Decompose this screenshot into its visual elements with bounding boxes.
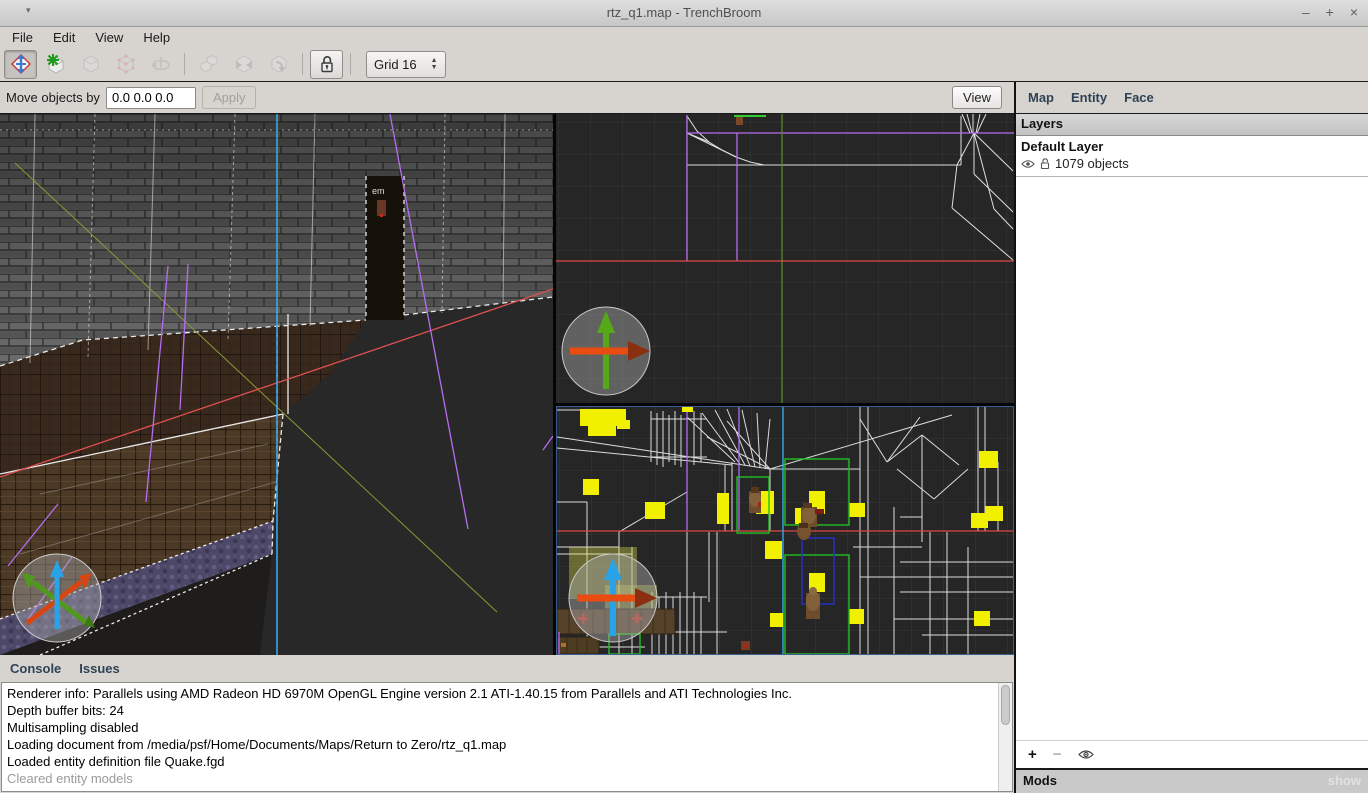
2d-compass-gizmo xyxy=(562,307,650,395)
flip-vertical-button[interactable] xyxy=(262,50,295,79)
vertex-tool-icon xyxy=(114,52,138,76)
grid-size-control[interactable]: Grid 16 ▲ ▼ xyxy=(366,51,446,78)
menu-help[interactable]: Help xyxy=(133,29,180,46)
menu-view[interactable]: View xyxy=(85,29,133,46)
unlocked-padlock-icon xyxy=(319,54,335,74)
tool-bar: Grid 16 ▲ ▼ xyxy=(0,47,1368,82)
clip-tool-button[interactable] xyxy=(74,50,107,79)
rotate-tool-button[interactable] xyxy=(144,50,177,79)
tab-face[interactable]: Face xyxy=(1124,90,1154,105)
minimize-button[interactable]: – xyxy=(1302,4,1310,20)
2d-viewport-bottom[interactable] xyxy=(556,406,1014,655)
layer-actions-bar: + − xyxy=(1016,740,1368,768)
console-panel: Console Issues Renderer info: Parallels … xyxy=(0,655,1014,793)
doorway xyxy=(366,176,404,320)
log-line: Loading document from /media/psf/Home/Do… xyxy=(7,736,994,753)
toolbar-separator xyxy=(350,53,351,75)
view-dropdown-button[interactable]: View xyxy=(952,86,1002,109)
window-title: rtz_q1.map - TrenchBroom xyxy=(0,5,1368,20)
add-layer-button[interactable]: + xyxy=(1028,746,1037,763)
console-scrollbar[interactable] xyxy=(998,683,1012,791)
menu-file[interactable]: File xyxy=(2,29,43,46)
2d-viewport-top[interactable] xyxy=(556,114,1014,403)
mods-section-header: Mods show xyxy=(1016,768,1368,793)
layers-section-header: Layers xyxy=(1016,114,1368,136)
3d-compass-gizmo xyxy=(13,554,101,642)
menu-edit[interactable]: Edit xyxy=(43,29,85,46)
flip-vertical-icon xyxy=(267,52,291,76)
log-line: Renderer info: Parallels using AMD Radeo… xyxy=(7,685,994,702)
grid-spinner-down-icon[interactable]: ▼ xyxy=(431,65,438,71)
tab-entity[interactable]: Entity xyxy=(1071,90,1107,105)
console-log[interactable]: Renderer info: Parallels using AMD Radeo… xyxy=(1,682,1013,792)
grid-spinner-up-icon[interactable]: ▲ xyxy=(431,58,438,64)
layer-object-count: 1079 objects xyxy=(1055,156,1129,171)
apply-move-button[interactable]: Apply xyxy=(202,86,257,109)
move-objects-label: Move objects by xyxy=(6,90,100,105)
move-tool-icon xyxy=(10,53,32,75)
entity-sprite xyxy=(736,117,743,125)
log-line: Depth buffer bits: 24 xyxy=(7,702,994,719)
toggle-visibility-eye-button[interactable] xyxy=(1078,749,1094,760)
duplicate-icon xyxy=(197,52,221,76)
3d-viewport[interactable]: em xyxy=(0,114,553,655)
flip-horizontal-icon xyxy=(232,52,256,76)
layer-unlocked-icon[interactable] xyxy=(1040,157,1050,170)
move-objects-tool-button[interactable] xyxy=(4,50,37,79)
entity-classname-label: em xyxy=(372,186,385,196)
create-brush-tool-button[interactable] xyxy=(39,50,72,79)
title-bar: ▾ rtz_q1.map - TrenchBroom – + × xyxy=(0,0,1368,27)
log-line: Cleared entity models xyxy=(7,770,994,787)
vertex-tool-button[interactable] xyxy=(109,50,142,79)
tool-options-bar: Move objects by Apply View xyxy=(0,82,1014,114)
grid-size-label: Grid 16 xyxy=(374,57,417,72)
layer-name: Default Layer xyxy=(1021,139,1363,154)
duplicate-objects-button[interactable] xyxy=(192,50,225,79)
2d-compass-gizmo xyxy=(569,554,657,642)
flip-horizontal-button[interactable] xyxy=(227,50,260,79)
mods-show-link[interactable]: show xyxy=(1328,773,1361,790)
log-line: Multisampling disabled xyxy=(7,719,994,736)
scrollbar-thumb[interactable] xyxy=(1001,685,1010,725)
trenchbroom-window: ▾ rtz_q1.map - TrenchBroom – + × File Ed… xyxy=(0,0,1368,793)
layer-visible-eye-icon[interactable] xyxy=(1021,159,1035,169)
distant-entity-sprite xyxy=(377,200,386,216)
layer-list: Default Layer 1079 objects xyxy=(1016,136,1368,740)
mods-title: Mods xyxy=(1023,773,1057,790)
toolbar-separator xyxy=(184,53,185,75)
inspector-panel: Map Entity Face Layers Default Layer xyxy=(1016,82,1368,793)
close-button[interactable]: × xyxy=(1350,4,1358,20)
tab-console[interactable]: Console xyxy=(10,661,61,676)
texture-lock-toggle-button[interactable] xyxy=(310,50,343,79)
log-line: Loaded entity definition file Quake.fgd xyxy=(7,753,994,770)
tab-issues[interactable]: Issues xyxy=(79,661,119,676)
clip-tool-icon xyxy=(79,52,103,76)
move-objects-input[interactable] xyxy=(106,87,196,109)
maximize-button[interactable]: + xyxy=(1326,4,1334,20)
rotate-tool-icon xyxy=(149,52,173,76)
remove-layer-button[interactable]: − xyxy=(1053,746,1062,763)
tab-map[interactable]: Map xyxy=(1028,90,1054,105)
menu-bar: File Edit View Help xyxy=(0,27,1368,47)
layer-row-default[interactable]: Default Layer 1079 objects xyxy=(1016,136,1368,177)
brush-tool-icon xyxy=(44,52,68,76)
toolbar-separator xyxy=(302,53,303,75)
viewport-area: em xyxy=(0,114,1014,655)
